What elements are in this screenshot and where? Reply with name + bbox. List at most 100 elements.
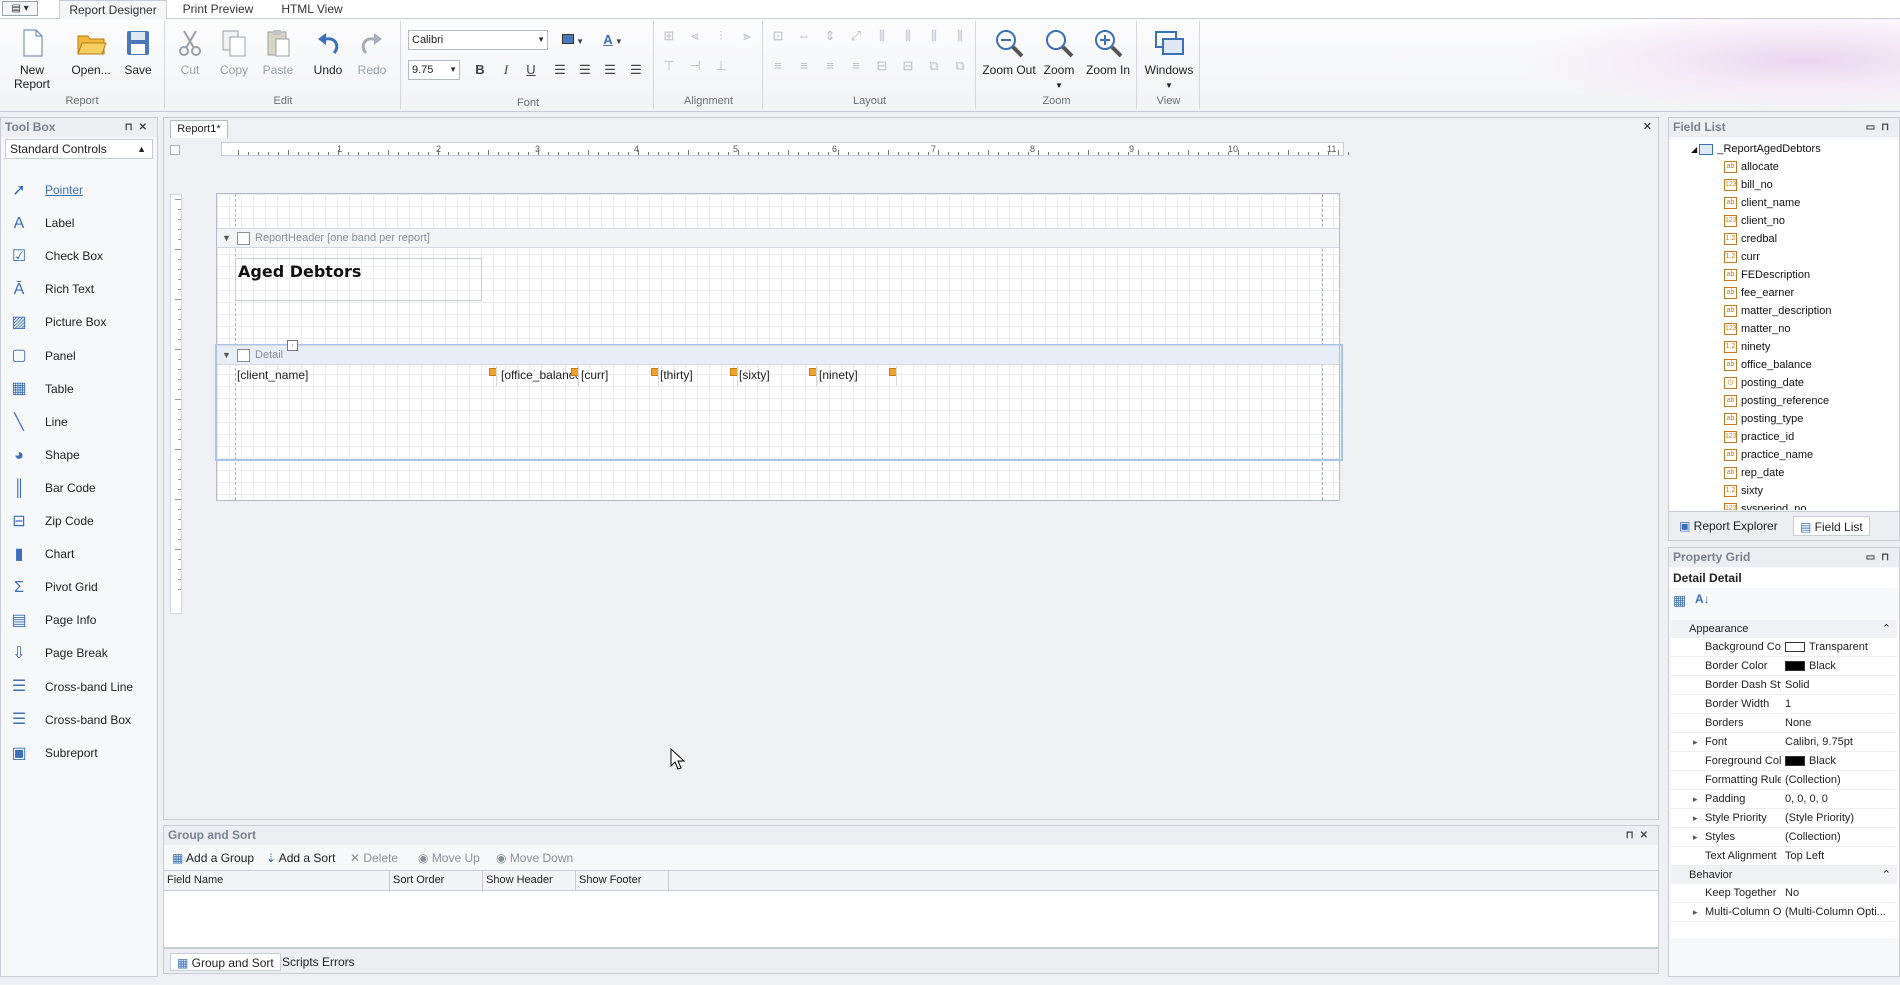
cut-button[interactable]: Cut — [172, 25, 208, 89]
grid-column-header[interactable]: Field Name — [164, 871, 390, 890]
save-button[interactable]: Save — [118, 25, 158, 89]
smart-tag-icon[interactable]: › — [287, 340, 298, 351]
resize-handle-icon[interactable] — [889, 368, 896, 376]
same-size-icon[interactable]: ⤢ — [846, 26, 866, 46]
delete-button[interactable]: ✕ Delete — [350, 849, 398, 867]
expand-icon[interactable]: ▸ — [1693, 809, 1698, 827]
field-sixty[interactable]: [sixty] — [737, 366, 817, 386]
maximize-icon[interactable]: ▭ — [1866, 552, 1881, 563]
field-list-item[interactable]: 1.2 sixty — [1724, 482, 1763, 500]
background-color-button[interactable]: ▼ — [560, 30, 586, 50]
field-list-item[interactable]: ab practice_name — [1724, 446, 1813, 464]
toolbox-item-label[interactable]: A Label — [9, 210, 75, 236]
align-rights-icon[interactable]: ⫸ — [737, 26, 757, 46]
property-category[interactable]: Appearance ⌃ — [1671, 620, 1897, 638]
tab-print-preview[interactable]: Print Preview — [178, 0, 258, 19]
align-centers-icon[interactable]: ⫶ — [711, 26, 731, 46]
grid-column-header[interactable]: Show Header — [483, 871, 576, 890]
toolbox-item-page-info[interactable]: ▤ Page Info — [9, 607, 96, 633]
resize-handle-icon[interactable] — [809, 368, 816, 376]
field-list-item[interactable]: 123 client_no — [1724, 212, 1785, 230]
field-list-item[interactable]: ab client_name — [1724, 194, 1800, 212]
field-ninety[interactable]: [ninety] — [817, 366, 897, 386]
size-to-grid-icon[interactable]: ⊡ — [768, 26, 788, 46]
detail-band[interactable]: ▼ Detail › — [217, 340, 1339, 365]
alphabetical-button[interactable]: A↓ — [1695, 592, 1710, 606]
property-row[interactable]: ▸ Style Priority (Style Priority) — [1671, 809, 1897, 828]
pin-icon[interactable]: ⊓ — [125, 122, 139, 133]
toolbox-item-check-box[interactable]: ☑ Check Box — [9, 243, 103, 269]
grid-column-header[interactable]: Show Footer — [576, 871, 669, 890]
redo-button[interactable]: Redo — [352, 25, 392, 89]
new-report-button[interactable]: New Report — [2, 25, 62, 91]
tab-scripts-errors[interactable]: Scripts Errors — [276, 953, 361, 971]
expand-icon[interactable]: ▸ — [1693, 733, 1698, 751]
bold-button[interactable]: B — [470, 60, 490, 80]
maximize-icon[interactable]: ▭ — [1866, 122, 1881, 133]
foreground-color-button[interactable]: A ▼ — [598, 30, 628, 50]
field-list-item[interactable]: ◷ posting_date — [1724, 374, 1804, 392]
tab-report-explorer[interactable]: ▣ Report Explorer — [1679, 516, 1778, 536]
pin-icon[interactable]: ⊓ — [1881, 122, 1895, 133]
toolbox-category-combo[interactable]: Standard Controls ▲ — [5, 139, 153, 159]
pin-icon[interactable]: ⊓ — [1626, 830, 1640, 841]
field-list-item[interactable]: 1.2 ninety — [1724, 338, 1770, 356]
field-list-item[interactable]: 1.2 curr — [1724, 248, 1760, 266]
property-value[interactable]: No — [1785, 884, 1895, 902]
align-left-button[interactable]: ☰ — [550, 60, 570, 80]
open-button[interactable]: Open... — [68, 25, 114, 89]
field-thirty[interactable]: [thirty] — [658, 366, 738, 386]
horizontal-spacing-equal-icon[interactable]: ⫼ — [872, 26, 892, 46]
expand-icon[interactable]: ▸ — [1693, 903, 1698, 921]
align-lefts-icon[interactable]: ⫷ — [685, 26, 705, 46]
quick-access-menu-icon[interactable]: ▤ ▾ — [2, 1, 38, 16]
add-group-button[interactable]: ▦ Add a Group — [172, 849, 254, 867]
zoom-button[interactable]: Zoom ▼ — [1039, 25, 1079, 90]
document-tab[interactable]: Report1* — [170, 120, 228, 138]
same-height-icon[interactable]: ⇕ — [820, 26, 840, 46]
field-list-item[interactable]: 123 bill_no — [1724, 176, 1773, 194]
undo-button[interactable]: Undo — [308, 25, 348, 89]
bring-to-front-icon[interactable]: ⧉ — [924, 56, 944, 76]
tab-html-view[interactable]: HTML View — [277, 0, 347, 19]
font-name-combo[interactable]: Calibri ▼ — [408, 30, 548, 50]
toolbox-item-picture-box[interactable]: ▨ Picture Box — [9, 309, 106, 335]
categorized-button[interactable]: ▦ — [1673, 592, 1686, 609]
property-value[interactable]: 1 — [1785, 695, 1895, 713]
move-down-button[interactable]: ◉ Move Down — [496, 849, 573, 867]
property-row[interactable]: Borders None — [1671, 714, 1897, 733]
add-sort-button[interactable]: ⇣ Add a Sort — [266, 849, 335, 867]
property-value[interactable]: Calibri, 9.75pt — [1785, 733, 1895, 751]
field-list-item[interactable]: ab posting_reference — [1724, 392, 1829, 410]
property-row[interactable]: ▸ Padding 0, 0, 0, 0 — [1671, 790, 1897, 809]
field-list-item[interactable]: ab FEDescription — [1724, 266, 1810, 284]
copy-button[interactable]: Copy — [214, 25, 254, 89]
resize-handle-icon[interactable] — [571, 368, 578, 376]
field-list-item[interactable]: ab matter_description — [1724, 302, 1832, 320]
property-value[interactable]: Transparent — [1785, 638, 1895, 656]
align-middles-icon[interactable]: ⊣ — [685, 56, 705, 76]
property-value[interactable]: None — [1785, 714, 1895, 732]
tab-report-designer[interactable]: Report Designer — [59, 0, 167, 19]
property-row[interactable]: Background Col Transparent — [1671, 638, 1897, 657]
field-list-item[interactable]: ab allocate — [1724, 158, 1779, 176]
resize-handle-icon[interactable] — [489, 368, 496, 376]
expand-icon[interactable]: ▸ — [1693, 828, 1698, 846]
paste-button[interactable]: Paste — [258, 25, 298, 89]
toolbox-item-rich-text[interactable]: Ā Rich Text — [9, 276, 94, 302]
underline-button[interactable]: U — [521, 60, 541, 80]
vertical-spacing-decrease-icon[interactable]: ≡ — [820, 56, 840, 76]
field-list-item[interactable]: 1.2 credbal — [1724, 230, 1777, 248]
property-value[interactable]: (Collection) — [1785, 828, 1895, 846]
field-list-item[interactable]: 123 sysperiod_no — [1724, 500, 1806, 510]
property-row[interactable]: Text Alignment Top Left — [1671, 847, 1897, 866]
property-row[interactable]: ▸ Styles (Collection) — [1671, 828, 1897, 847]
font-size-combo[interactable]: 9.75 ▼ — [408, 60, 460, 80]
align-bottoms-icon[interactable]: ⊥ — [711, 56, 731, 76]
collapse-band-icon[interactable]: ▼ — [222, 229, 231, 247]
field-list-item[interactable]: ab office_balance — [1724, 356, 1812, 374]
tab-group-and-sort[interactable]: ▦ Group and Sort — [170, 953, 281, 971]
toolbox-item-table[interactable]: ▦ Table — [9, 376, 73, 402]
grid-column-header[interactable]: Sort Order — [390, 871, 483, 890]
field-curr[interactable]: [curr] — [579, 366, 659, 386]
